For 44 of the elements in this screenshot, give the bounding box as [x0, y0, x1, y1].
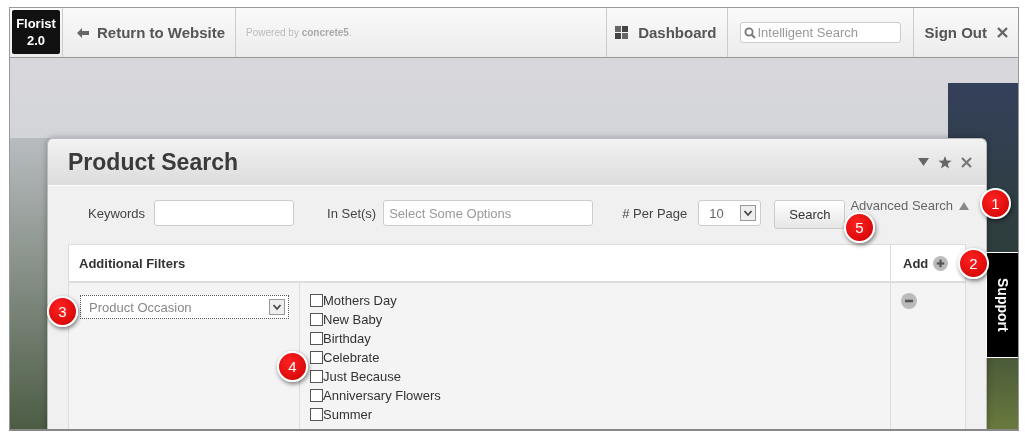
in-sets-label: In Set(s) [327, 205, 377, 223]
search-icon [743, 26, 756, 39]
star-icon[interactable] [938, 155, 952, 169]
add-filter-button[interactable]: Add [903, 255, 949, 271]
collapse-icon[interactable] [918, 158, 929, 166]
per-page-label: # Per Page [622, 205, 688, 223]
dashboard-link[interactable]: Dashboard [606, 8, 727, 57]
option-checkbox-label[interactable]: Anniversary Flowers [310, 386, 441, 405]
option-checkbox-label[interactable]: Birthday [310, 329, 371, 348]
logo-version: 2.0 [26, 32, 46, 49]
dialog-title: Product Search [68, 148, 239, 176]
search-field[interactable]: Intelligent Search [739, 22, 901, 43]
filter-field-select[interactable]: Product Occasion [80, 295, 289, 319]
checkbox[interactable] [310, 313, 323, 326]
sign-out-link[interactable]: Sign Out [912, 8, 1018, 57]
add-icon [933, 255, 949, 271]
option-checkbox-label[interactable]: New Baby [310, 310, 383, 329]
close-icon[interactable] [961, 156, 972, 168]
keywords-label: Keywords [88, 205, 146, 223]
checkbox[interactable] [310, 408, 323, 421]
option-checkbox-label[interactable]: Summer [310, 405, 373, 424]
dropdown-caret-icon [269, 299, 285, 315]
arrow-left-icon [77, 27, 89, 38]
per-page-select[interactable]: 10 [698, 200, 762, 226]
search-button[interactable]: Search [774, 200, 846, 229]
grid-icon [615, 26, 629, 39]
dropdown-caret-icon [740, 205, 757, 221]
return-to-website-link[interactable]: Return to Website [62, 8, 236, 57]
keywords-field[interactable] [154, 200, 295, 226]
checkbox[interactable] [310, 294, 323, 307]
close-icon [997, 27, 1008, 38]
checkbox[interactable] [310, 332, 323, 345]
checkbox[interactable] [310, 389, 323, 402]
option-checkbox-label[interactable]: Just Because [310, 367, 402, 386]
support-tab[interactable]: Support [986, 252, 1018, 358]
advanced-search-link[interactable]: Advanced Search [850, 198, 970, 213]
option-checkbox-label[interactable]: Mothers Day [310, 291, 397, 310]
logo[interactable]: Florist 2.0 [12, 10, 60, 54]
checkbox[interactable] [310, 370, 323, 383]
checkbox[interactable] [310, 351, 323, 364]
logo-text: Florist [16, 15, 56, 32]
filters-header: Additional Filters [79, 255, 186, 271]
option-checkbox-label[interactable]: Celebrate [310, 348, 380, 367]
remove-icon[interactable] [901, 293, 917, 309]
